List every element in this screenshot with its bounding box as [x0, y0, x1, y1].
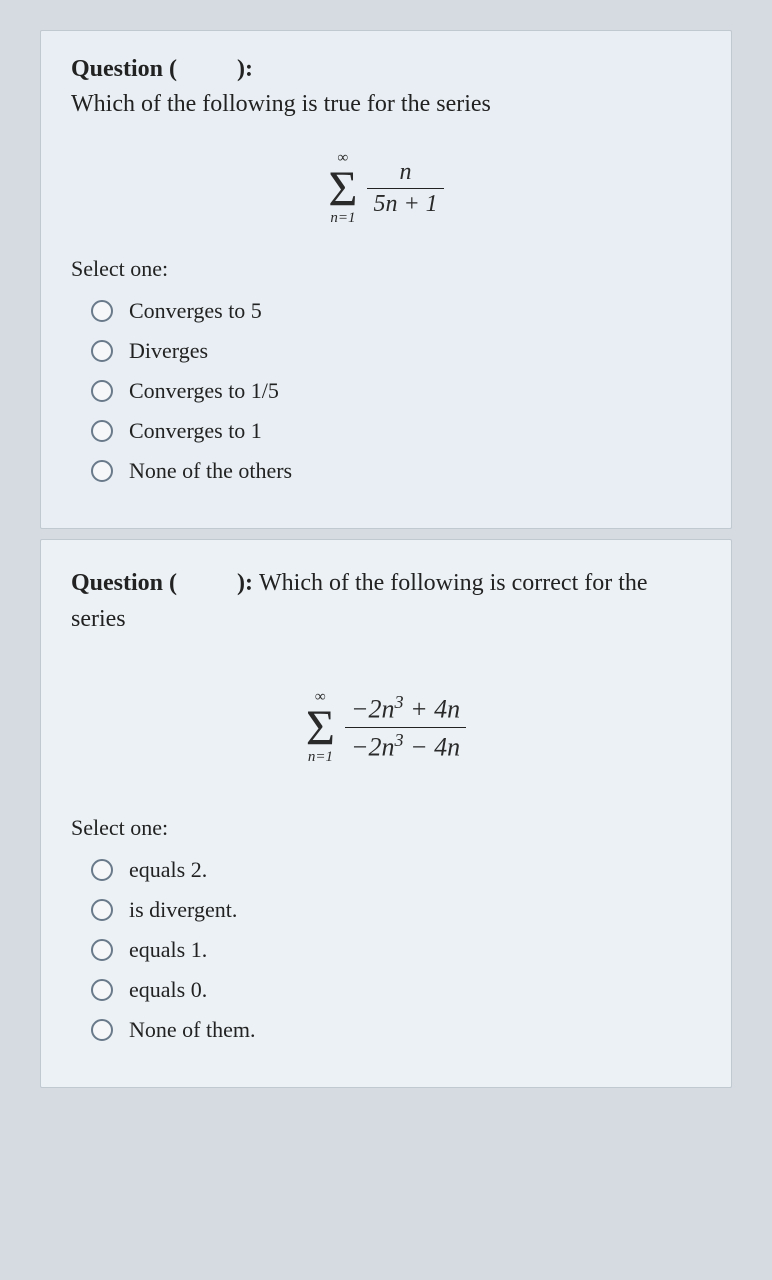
question-1-formula: ∞ Σ n=1 n 5n + 1	[71, 138, 701, 226]
q1-option-4[interactable]: None of the others	[91, 458, 701, 484]
radio-icon[interactable]	[91, 859, 113, 881]
q1-option-0[interactable]: Converges to 5	[91, 298, 701, 324]
q2-option-0[interactable]: equals 2.	[91, 857, 701, 883]
option-label: equals 1.	[129, 937, 207, 963]
sigma-symbol: Σ	[306, 705, 335, 750]
q2-select-label: Select one:	[71, 815, 701, 841]
q2-options: equals 2. is divergent. equals 1. equals…	[91, 857, 701, 1043]
radio-icon[interactable]	[91, 420, 113, 442]
radio-icon[interactable]	[91, 939, 113, 961]
radio-icon[interactable]	[91, 899, 113, 921]
fraction: −2n3 + 4n −2n3 − 4n	[345, 692, 466, 762]
q2-option-3[interactable]: equals 0.	[91, 977, 701, 1003]
sigma-lower: n=1	[330, 211, 355, 226]
q1-option-3[interactable]: Converges to 1	[91, 418, 701, 444]
option-label: Converges to 5	[129, 298, 262, 324]
q1-options: Converges to 5 Diverges Converges to 1/5…	[91, 298, 701, 484]
option-label: Diverges	[129, 338, 208, 364]
q2-header-prefix: Question (	[71, 570, 177, 596]
sigma-block: ∞ Σ n=1	[306, 690, 335, 765]
q2-option-4[interactable]: None of them.	[91, 1017, 701, 1043]
numerator: −2n3 + 4n	[345, 692, 466, 727]
question-1-header: Question ():	[71, 56, 701, 83]
denominator: 5n + 1	[367, 188, 443, 218]
option-label: is divergent.	[129, 897, 237, 923]
question-1-prompt: Which of the following is true for the s…	[71, 91, 701, 118]
option-label: None of the others	[129, 458, 292, 484]
fraction: n 5n + 1	[367, 159, 443, 218]
option-label: Converges to 1/5	[129, 378, 279, 404]
q2-option-2[interactable]: equals 1.	[91, 937, 701, 963]
sigma-block: ∞ Σ n=1	[328, 151, 357, 226]
option-label: Converges to 1	[129, 418, 262, 444]
q1-header-suffix: ):	[237, 56, 253, 82]
question-2-block: Question (): Which of the following is c…	[40, 539, 732, 1088]
radio-icon[interactable]	[91, 340, 113, 362]
q1-option-2[interactable]: Converges to 1/5	[91, 378, 701, 404]
radio-icon[interactable]	[91, 380, 113, 402]
question-2-header: Question (): Which of the following is c…	[71, 565, 701, 637]
option-label: equals 2.	[129, 857, 207, 883]
q1-header-prefix: Question (	[71, 56, 177, 82]
radio-icon[interactable]	[91, 300, 113, 322]
q1-select-label: Select one:	[71, 256, 701, 282]
numerator: n	[394, 159, 418, 188]
q2-header-mid: ):	[237, 570, 259, 596]
option-label: None of them.	[129, 1017, 255, 1043]
option-label: equals 0.	[129, 977, 207, 1003]
sigma-symbol: Σ	[328, 166, 357, 211]
sigma-lower: n=1	[308, 750, 333, 765]
denominator: −2n3 − 4n	[345, 727, 466, 763]
question-1-block: Question (): Which of the following is t…	[40, 30, 732, 529]
radio-icon[interactable]	[91, 460, 113, 482]
radio-icon[interactable]	[91, 1019, 113, 1041]
question-2-formula: ∞ Σ n=1 −2n3 + 4n −2n3 − 4n	[71, 677, 701, 765]
q2-option-1[interactable]: is divergent.	[91, 897, 701, 923]
q1-option-1[interactable]: Diverges	[91, 338, 701, 364]
radio-icon[interactable]	[91, 979, 113, 1001]
